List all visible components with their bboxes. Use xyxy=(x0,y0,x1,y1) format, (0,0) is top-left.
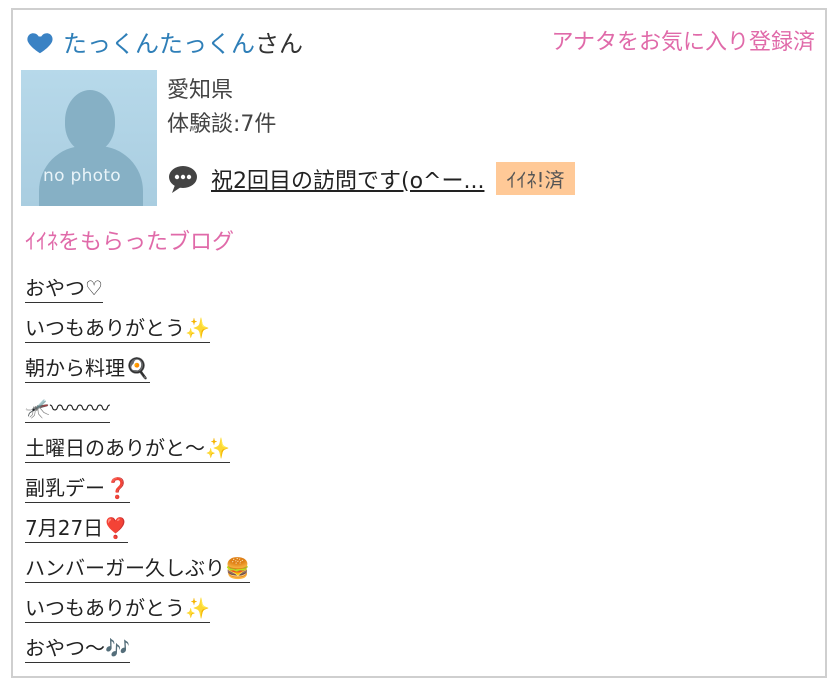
list-item: ハンバーガー久しぶり🍔 xyxy=(25,548,250,588)
latest-review-link[interactable]: 祝2回目の訪問です(o^ー... xyxy=(211,163,484,195)
chat-bubble-icon xyxy=(169,165,197,193)
user-header: たっくんたっくん さん xyxy=(25,24,303,59)
heart-icon xyxy=(27,32,53,53)
blog-link[interactable]: 朝から料理🍳 xyxy=(25,356,150,383)
blog-link[interactable]: おやつ～🎶 xyxy=(25,636,130,663)
list-item: おやつ♡ xyxy=(25,268,250,308)
blog-link[interactable]: おやつ♡ xyxy=(25,276,103,303)
list-item: 副乳デー❓ xyxy=(25,468,250,508)
list-item: 朝から料理🍳 xyxy=(25,348,250,388)
user-name-link[interactable]: たっくんたっくん xyxy=(63,24,255,59)
avatar-placeholder-text: no photo xyxy=(43,166,122,186)
latest-review-row: 祝2回目の訪問です(o^ー... ｲｲﾈ!済 xyxy=(167,162,575,195)
blog-link[interactable]: 土曜日のありがと～✨ xyxy=(25,436,230,463)
list-item: 7月27日❣️ xyxy=(25,508,250,548)
user-name-suffix: さん xyxy=(255,30,303,58)
blog-link[interactable]: 7月27日❣️ xyxy=(25,516,129,543)
blog-link[interactable]: 🦟〰〰〰 xyxy=(25,396,110,423)
list-item: 🦟〰〰〰 xyxy=(25,388,250,428)
review-count: 体験談:7件 xyxy=(167,112,277,137)
list-item: おやつ～🎶 xyxy=(25,628,250,668)
avatar[interactable]: no photo xyxy=(21,70,157,206)
liked-blogs-title: ｲｲﾈをもらったブログ xyxy=(25,230,235,255)
liked-blog-list: おやつ♡ いつもありがとう✨ 朝から料理🍳 🦟〰〰〰 土曜日のありがと～✨ 副乳… xyxy=(25,268,250,668)
liked-badge: ｲｲﾈ!済 xyxy=(496,162,575,195)
list-item: 土曜日のありがと～✨ xyxy=(25,428,250,468)
favorite-status-label: アナタをお気に入り登録済 xyxy=(551,30,815,55)
profile-card: たっくんたっくん さん アナタをお気に入り登録済 no photo 愛知県 体験… xyxy=(11,8,827,678)
blog-link[interactable]: ハンバーガー久しぶり🍔 xyxy=(25,556,250,583)
blog-link[interactable]: 副乳デー❓ xyxy=(25,476,130,503)
list-item: いつもありがとう✨ xyxy=(25,308,250,348)
blog-link[interactable]: いつもありがとう✨ xyxy=(25,316,210,343)
profile-info: 愛知県 体験談:7件 xyxy=(167,74,276,142)
list-item: いつもありがとう✨ xyxy=(25,588,250,628)
blog-link[interactable]: いつもありがとう✨ xyxy=(25,596,210,623)
prefecture: 愛知県 xyxy=(167,78,234,103)
